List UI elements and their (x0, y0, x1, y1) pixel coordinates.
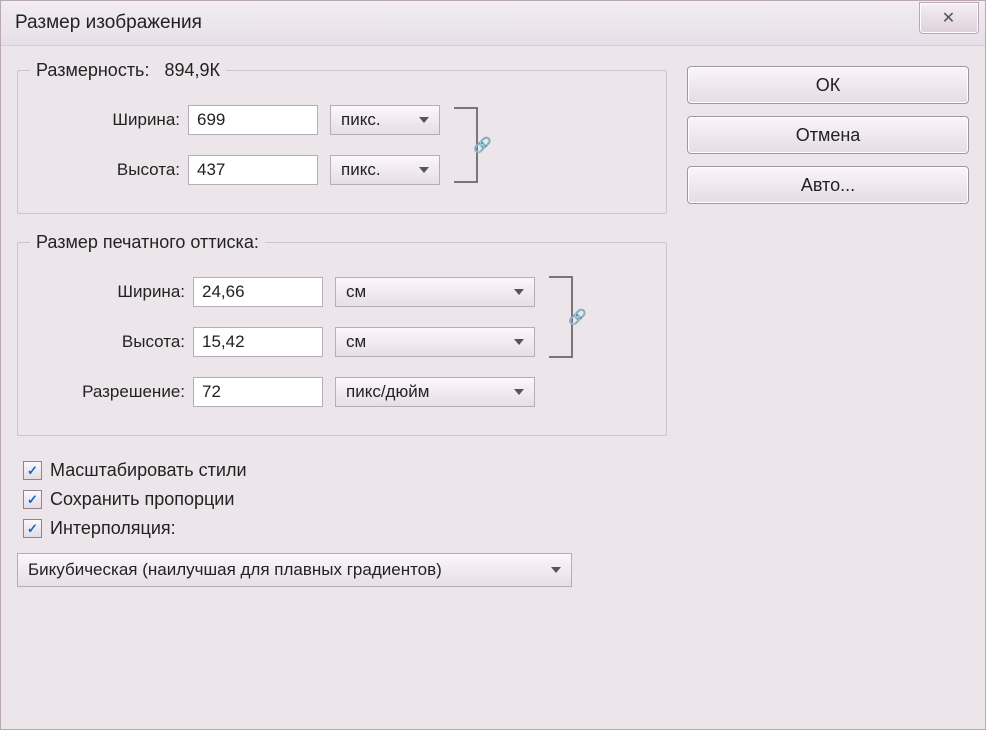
constrain-proportions-checkbox[interactable]: ✓ Сохранить пропорции (23, 489, 667, 510)
pixel-height-unit: пикс. (341, 160, 381, 180)
resample-method: Бикубическая (наилучшая для плавных град… (28, 560, 442, 580)
chevron-down-icon (419, 167, 429, 173)
width-label: Ширина: (30, 110, 188, 130)
print-width-unit-select[interactable]: см (335, 277, 535, 307)
dimensions-label: Размерность: (36, 60, 149, 80)
resolution-input[interactable] (193, 377, 323, 407)
window-title: Размер изображения (11, 12, 202, 34)
pixel-height-input[interactable] (188, 155, 318, 185)
cancel-button[interactable]: Отмена (687, 116, 969, 154)
print-pair: Ширина: см Высота: см (30, 267, 654, 367)
chevron-down-icon (514, 289, 524, 295)
pixel-width-input[interactable] (188, 105, 318, 135)
checkbox-icon: ✓ (23, 461, 42, 480)
close-icon: ✕ (942, 8, 956, 28)
scale-styles-label: Масштабировать стили (50, 460, 247, 481)
pixel-dimensions-legend: Размерность: 894,9К (30, 60, 226, 81)
chevron-down-icon (514, 389, 524, 395)
pixel-width-unit-select[interactable]: пикс. (330, 105, 440, 135)
image-size-dialog: Размер изображения ✕ Размерность: 894,9К… (0, 0, 986, 730)
link-icon: 🔗 (473, 136, 492, 154)
titlebar: Размер изображения ✕ (1, 1, 985, 46)
resample-checkbox[interactable]: ✓ Интерполяция: (23, 518, 667, 539)
link-icon: 🔗 (568, 308, 587, 326)
chevron-down-icon (514, 339, 524, 345)
auto-button[interactable]: Авто... (687, 166, 969, 204)
dimensions-size: 894,9К (164, 60, 220, 80)
print-width-label: Ширина: (30, 282, 193, 302)
constrain-label: Сохранить пропорции (50, 489, 234, 510)
print-width-unit: см (346, 282, 366, 302)
scale-styles-checkbox[interactable]: ✓ Масштабировать стили (23, 460, 667, 481)
print-height-label: Высота: (30, 332, 193, 352)
checkbox-icon: ✓ (23, 490, 42, 509)
resolution-label: Разрешение: (30, 382, 193, 402)
print-height-unit-select[interactable]: см (335, 327, 535, 357)
print-height-unit: см (346, 332, 366, 352)
resolution-unit: пикс/дюйм (346, 382, 429, 402)
side-buttons: ОК Отмена Авто... (687, 60, 969, 715)
pixel-pair: Ширина: пикс. Высота: пикс. (30, 95, 654, 195)
main-column: Размерность: 894,9К Ширина: пикс. (17, 60, 667, 715)
pixel-height-unit-select[interactable]: пикс. (330, 155, 440, 185)
constrain-link-print: 🔗 (549, 276, 573, 358)
chevron-down-icon (419, 117, 429, 123)
resample-method-select[interactable]: Бикубическая (наилучшая для плавных град… (17, 553, 572, 587)
chevron-down-icon (551, 567, 561, 573)
height-label: Высота: (30, 160, 188, 180)
print-width-input[interactable] (193, 277, 323, 307)
document-size-legend: Размер печатного оттиска: (30, 232, 265, 253)
print-height-input[interactable] (193, 327, 323, 357)
resample-label: Интерполяция: (50, 518, 176, 539)
checkbox-icon: ✓ (23, 519, 42, 538)
resolution-unit-select[interactable]: пикс/дюйм (335, 377, 535, 407)
close-button[interactable]: ✕ (919, 2, 979, 34)
pixel-width-unit: пикс. (341, 110, 381, 130)
constrain-link-pixel: 🔗 (454, 107, 478, 183)
options-checks: ✓ Масштабировать стили ✓ Сохранить пропо… (23, 460, 667, 539)
ok-button[interactable]: ОК (687, 66, 969, 104)
document-size-group: Размер печатного оттиска: Ширина: см (17, 232, 667, 436)
pixel-dimensions-group: Размерность: 894,9К Ширина: пикс. (17, 60, 667, 214)
dialog-body: Размерность: 894,9К Ширина: пикс. (1, 46, 985, 729)
